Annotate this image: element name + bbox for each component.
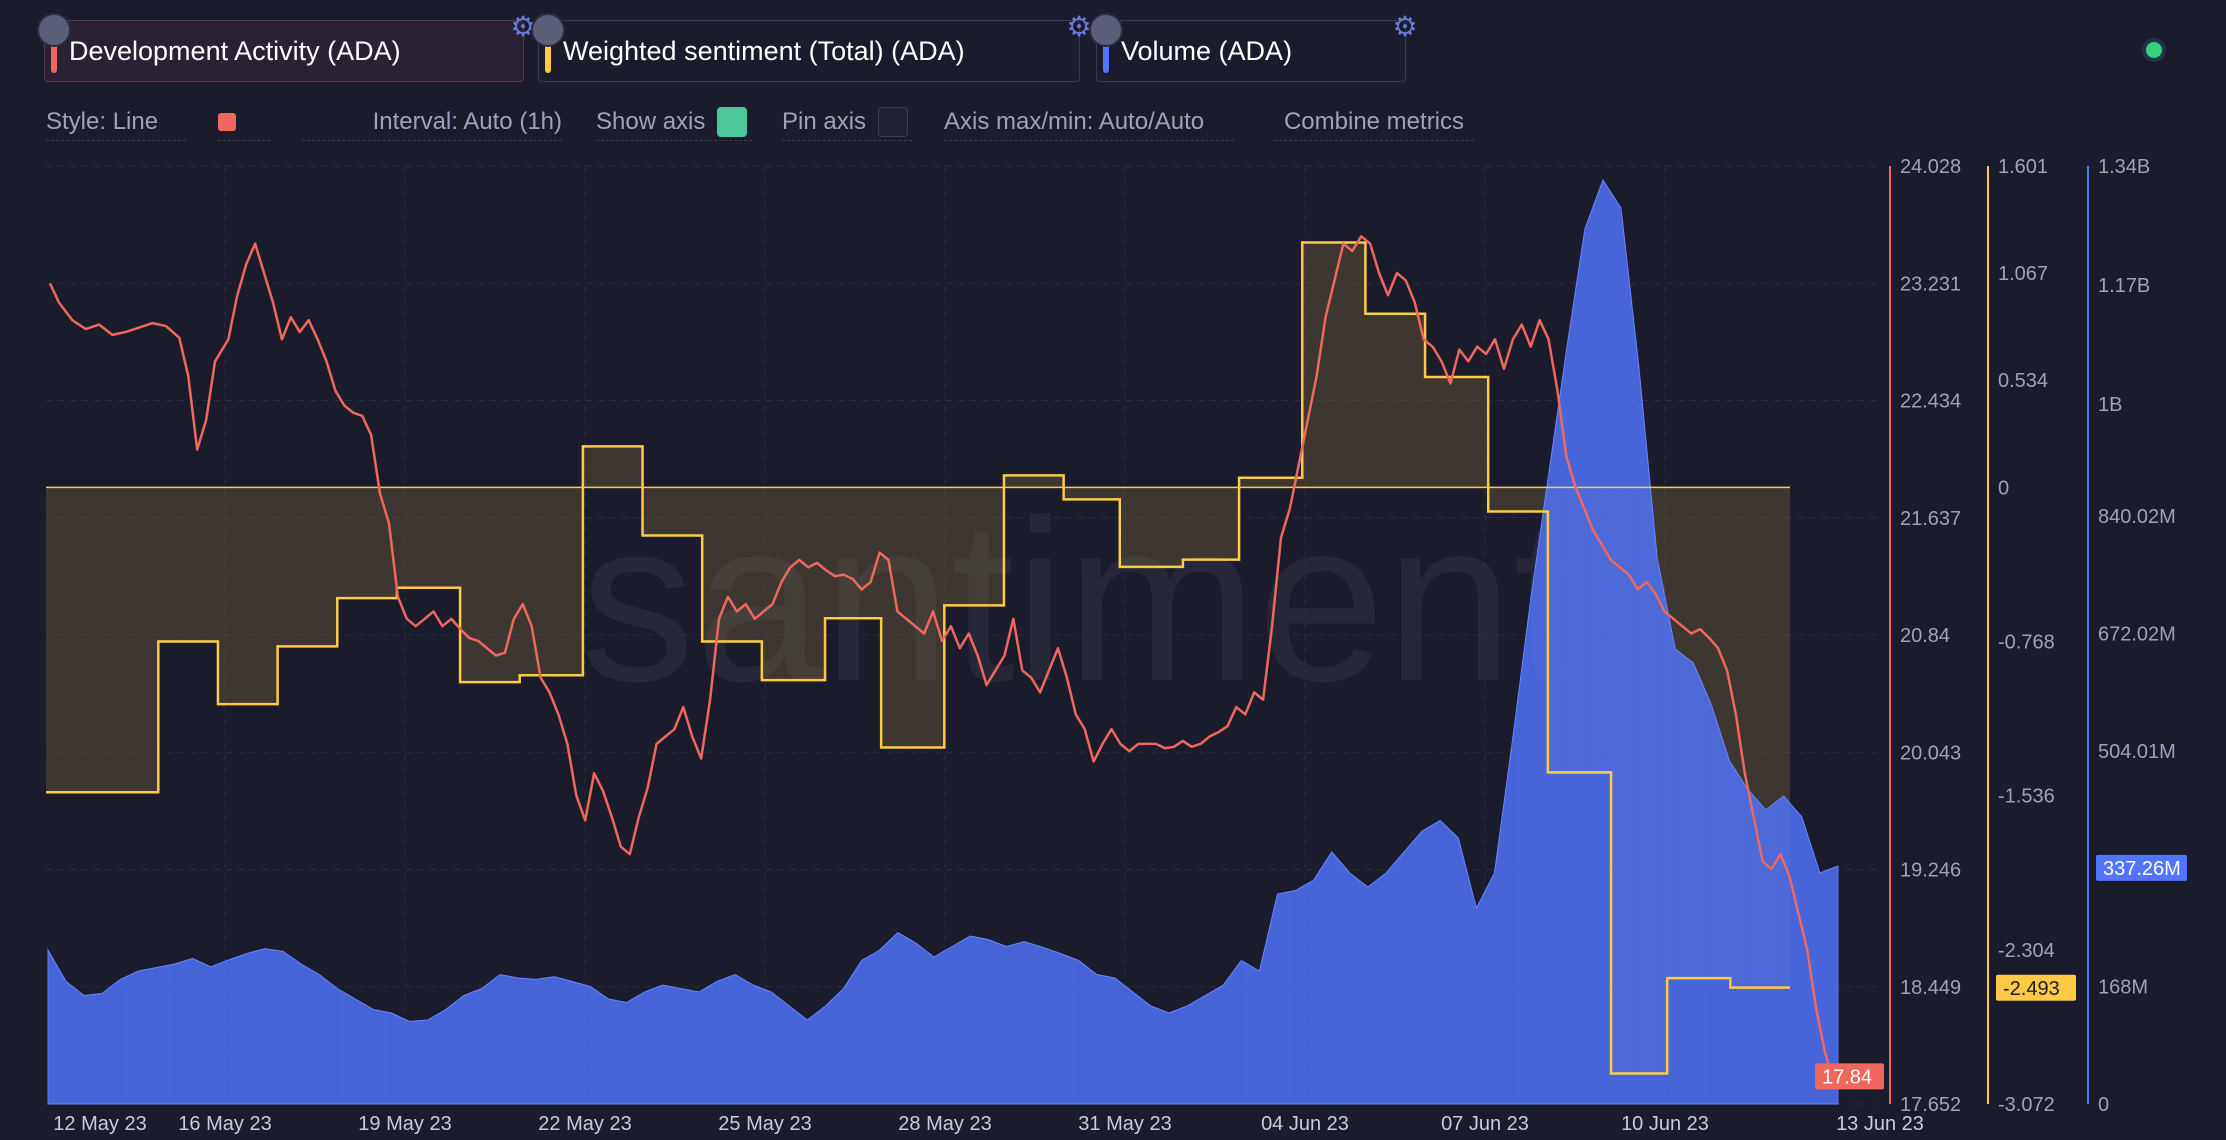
axis-tick-label: -2.304 [1998,940,2055,962]
axis-tick-label: 21.637 [1900,508,1961,530]
date-tick-label: 07 Jun 23 [1441,1113,1529,1135]
axis-tick-label: 18.449 [1900,977,1961,999]
axis-tick-label: 24.028 [1900,156,1961,178]
axis-tick-label: -0.768 [1998,632,2055,654]
chart-canvas[interactable]: santiment. 24.02823.23122.43421.63720.84… [0,0,2226,1140]
axis-tick-label: 19.246 [1900,860,1961,882]
axis-tick-label: 672.02M [2098,624,2176,646]
axis-tick-label: 504.01M [2098,741,2176,763]
axis-tick-label: -1.536 [1998,786,2055,808]
axis-tick-label: 1.067 [1998,263,2048,285]
axis-tick-label: 23.231 [1900,273,1961,295]
date-axis: 12 May 23 16 May 23 19 May 23 22 May 23 25 M… [53,1113,1924,1135]
axis-tick-label: 168M [2098,976,2148,998]
axis-tick-label: 20.84 [1900,625,1950,647]
date-tick-label: 25 May 23 [718,1113,811,1135]
date-tick-label: 12 May 23 [53,1113,146,1135]
date-tick-label: 16 May 23 [178,1113,271,1135]
axis-tick-label: 1.601 [1998,156,2048,178]
value-axes: 24.028 23.231 22.434 21.637 20.84 20.043 19.24… [1815,156,2187,1116]
last-value-text: 17.84 [1822,1066,1872,1088]
date-tick-label: 04 Jun 23 [1261,1113,1349,1135]
last-value-text: 337.26M [2103,858,2181,880]
date-tick-label: 22 May 23 [538,1113,631,1135]
date-tick-label: 10 Jun 23 [1621,1113,1709,1135]
date-tick-label: 28 May 23 [898,1113,991,1135]
date-tick-label: 13 Jun 23 [1836,1113,1924,1135]
axis-tick-label: 0.534 [1998,370,2048,392]
date-tick-label: 19 May 23 [358,1113,451,1135]
axis-tick-label: 1.17B [2098,275,2150,297]
axis-tick-label: -3.072 [1998,1094,2055,1116]
date-tick-label: 31 May 23 [1078,1113,1171,1135]
axis-tick-label: 0 [1998,477,2009,499]
axis-tick-label: 1.34B [2098,156,2150,178]
axis-tick-label: 0 [2098,1094,2109,1116]
axis-tick-label: 840.02M [2098,506,2176,528]
axis-tick-label: 20.043 [1900,742,1961,764]
axis-tick-label: 1B [2098,394,2122,416]
last-value-text: -2.493 [2003,978,2060,1000]
axis-tick-label: 22.434 [1900,391,1961,413]
